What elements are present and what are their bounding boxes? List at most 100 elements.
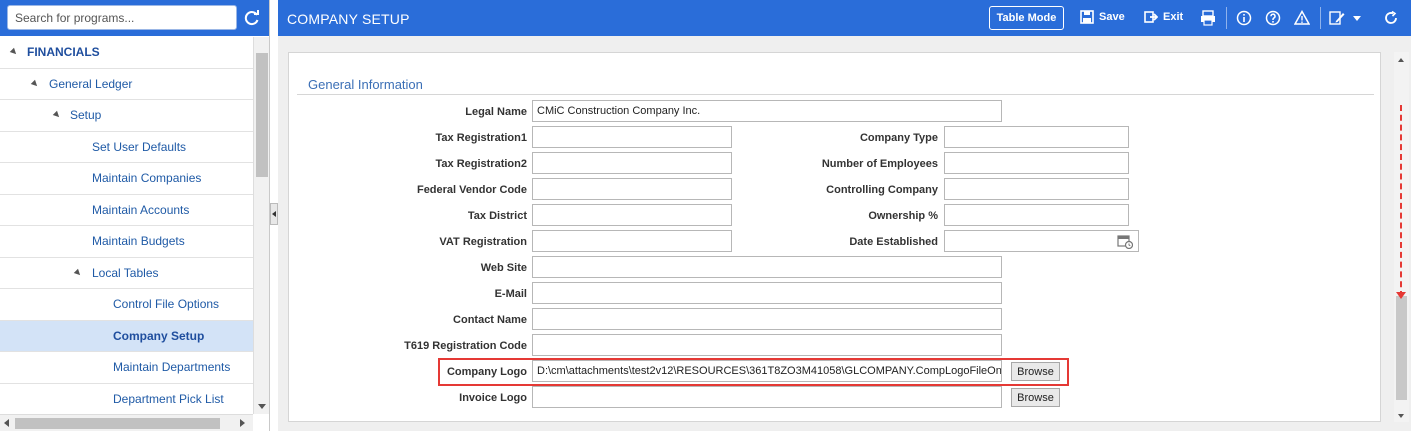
- federal-vendor-code-label: Federal Vendor Code: [416, 184, 527, 196]
- scrollbar-thumb[interactable]: [256, 53, 268, 177]
- tree-item-setup[interactable]: Setup: [0, 100, 253, 132]
- expanded-triangle-icon: [73, 268, 83, 277]
- ownership-pct-label: Ownership %: [868, 210, 938, 222]
- web-site-field[interactable]: [532, 256, 1002, 278]
- table-mode-button[interactable]: Table Mode: [989, 6, 1064, 30]
- tax-district-label: Tax District: [467, 210, 527, 222]
- legal-name-field[interactable]: [532, 100, 1002, 122]
- page-title: COMPANY SETUP: [287, 11, 410, 27]
- tree-item-label: Department Pick List: [113, 391, 224, 406]
- toolbar-separator: [1320, 7, 1321, 29]
- date-established-field[interactable]: [944, 230, 1139, 252]
- tree-item-label: Local Tables: [92, 265, 159, 280]
- warning-icon[interactable]: [1294, 10, 1310, 26]
- contact-name-label: Contact Name: [453, 314, 527, 326]
- help-icon[interactable]: [1265, 10, 1281, 26]
- edit-icon[interactable]: [1329, 10, 1345, 26]
- calendar-icon[interactable]: [1117, 233, 1133, 249]
- controlling-company-field[interactable]: [944, 178, 1129, 200]
- exit-icon: [1144, 11, 1158, 23]
- expanded-triangle-icon: [30, 79, 40, 88]
- tree-item-department-pick-list[interactable]: Department Pick List: [0, 384, 253, 415]
- tree-item-maintain-departments[interactable]: Maintain Departments: [0, 352, 253, 384]
- tree-item-label: Setup: [70, 108, 102, 122]
- email-field[interactable]: [532, 282, 1002, 304]
- federal-vendor-code-field[interactable]: [532, 178, 732, 200]
- tax-registration2-label: Tax Registration2: [435, 158, 528, 170]
- tree-item-maintain-accounts[interactable]: Maintain Accounts: [0, 195, 253, 226]
- email-label: E-Mail: [494, 288, 527, 300]
- number-of-employees-field[interactable]: [944, 152, 1129, 174]
- tax-registration1-field[interactable]: [532, 126, 732, 148]
- expanded-triangle-icon: [9, 47, 19, 57]
- legal-name-label: Legal Name: [465, 106, 527, 118]
- ownership-pct-field[interactable]: [944, 204, 1129, 226]
- tree-item-financials[interactable]: FINANCIALS: [0, 37, 253, 69]
- scroll-indicator-arrowhead-icon: [1396, 292, 1406, 299]
- company-logo-field[interactable]: [532, 360, 1002, 382]
- tree-item-company-setup[interactable]: Company Setup: [0, 320, 253, 352]
- main-panel: COMPANY SETUP Table Mode Save Exit Gener…: [278, 0, 1411, 431]
- invoice-logo-field[interactable]: [532, 386, 1002, 408]
- tree-item-label: Maintain Companies: [92, 171, 202, 185]
- expanded-triangle-icon: [52, 110, 62, 120]
- form-container: General Information Legal Name Tax Regis…: [288, 52, 1381, 422]
- tree-item-label: Company Setup: [113, 328, 205, 343]
- tax-registration1-label: Tax Registration1: [435, 132, 528, 144]
- collapse-sidebar-handle[interactable]: [270, 203, 278, 225]
- contact-name-field[interactable]: [532, 308, 1002, 330]
- tree-item-label: Set User Defaults: [92, 139, 187, 154]
- vat-registration-field[interactable]: [532, 230, 732, 252]
- save-icon: [1080, 10, 1094, 24]
- page-header: COMPANY SETUP Table Mode Save Exit: [278, 0, 1411, 36]
- exit-label: Exit: [1163, 11, 1184, 23]
- controlling-company-label: Controlling Company: [826, 184, 938, 196]
- scroll-left-arrow-icon[interactable]: [4, 419, 9, 427]
- invoice-logo-browse-button[interactable]: Browse: [1011, 388, 1060, 407]
- scroll-down-arrow-icon[interactable]: [1398, 414, 1404, 418]
- vat-registration-label: VAT Registration: [439, 236, 527, 248]
- tree-item-label: Maintain Accounts: [92, 202, 190, 217]
- tax-district-field[interactable]: [532, 204, 732, 226]
- section-divider: [297, 94, 1374, 95]
- collapse-arrow-icon: [272, 211, 276, 217]
- search-input[interactable]: [7, 5, 237, 30]
- exit-button[interactable]: Exit: [1144, 10, 1183, 24]
- chevron-down-icon[interactable]: [1349, 10, 1365, 26]
- company-type-field[interactable]: [944, 126, 1129, 148]
- tree-item-set-user-defaults[interactable]: Set User Defaults: [0, 132, 253, 163]
- sidebar-vertical-scrollbar[interactable]: [253, 37, 269, 414]
- company-type-label: Company Type: [859, 132, 938, 144]
- tree-item-label: Control File Options: [113, 297, 220, 311]
- section-title: General Information: [308, 77, 423, 92]
- t619-registration-code-field[interactable]: [532, 334, 1002, 356]
- tree-item-maintain-companies[interactable]: Maintain Companies: [0, 163, 253, 195]
- invoice-logo-label: Invoice Logo: [459, 392, 527, 404]
- tax-registration2-field[interactable]: [532, 152, 732, 174]
- date-established-label: Date Established: [849, 236, 938, 248]
- scrollbar-thumb[interactable]: [1396, 296, 1407, 400]
- scroll-up-arrow-icon[interactable]: [1398, 58, 1404, 62]
- number-of-employees-label: Number of Employees: [821, 158, 938, 170]
- tree-item-general-ledger[interactable]: General Ledger: [0, 69, 253, 100]
- refresh-icon[interactable]: [242, 8, 262, 28]
- tree-item-local-tables[interactable]: Local Tables: [0, 258, 253, 289]
- info-icon[interactable]: [1236, 10, 1252, 26]
- save-button[interactable]: Save: [1080, 10, 1125, 24]
- web-site-label: Web Site: [480, 262, 527, 274]
- scroll-down-arrow-icon[interactable]: [258, 404, 266, 409]
- program-tree: FINANCIALS General Ledger Setup Set User…: [0, 37, 253, 415]
- tree-item-label: Maintain Departments: [113, 360, 231, 374]
- tree-item-control-file-options[interactable]: Control File Options: [0, 289, 253, 321]
- toolbar-separator: [1226, 7, 1227, 29]
- print-icon[interactable]: [1200, 10, 1216, 26]
- reload-icon[interactable]: [1383, 10, 1399, 26]
- scroll-right-arrow-icon[interactable]: [240, 419, 245, 427]
- tree-item-maintain-budgets[interactable]: Maintain Budgets: [0, 226, 253, 258]
- tree-item-label: Maintain Budgets: [92, 234, 185, 248]
- company-logo-browse-button[interactable]: Browse: [1011, 362, 1060, 381]
- scrollbar-thumb[interactable]: [15, 418, 220, 429]
- tree-item-label: FINANCIALS: [27, 45, 100, 59]
- sidebar-horizontal-scrollbar[interactable]: [0, 414, 253, 431]
- scroll-indicator-arrow: [1400, 105, 1404, 297]
